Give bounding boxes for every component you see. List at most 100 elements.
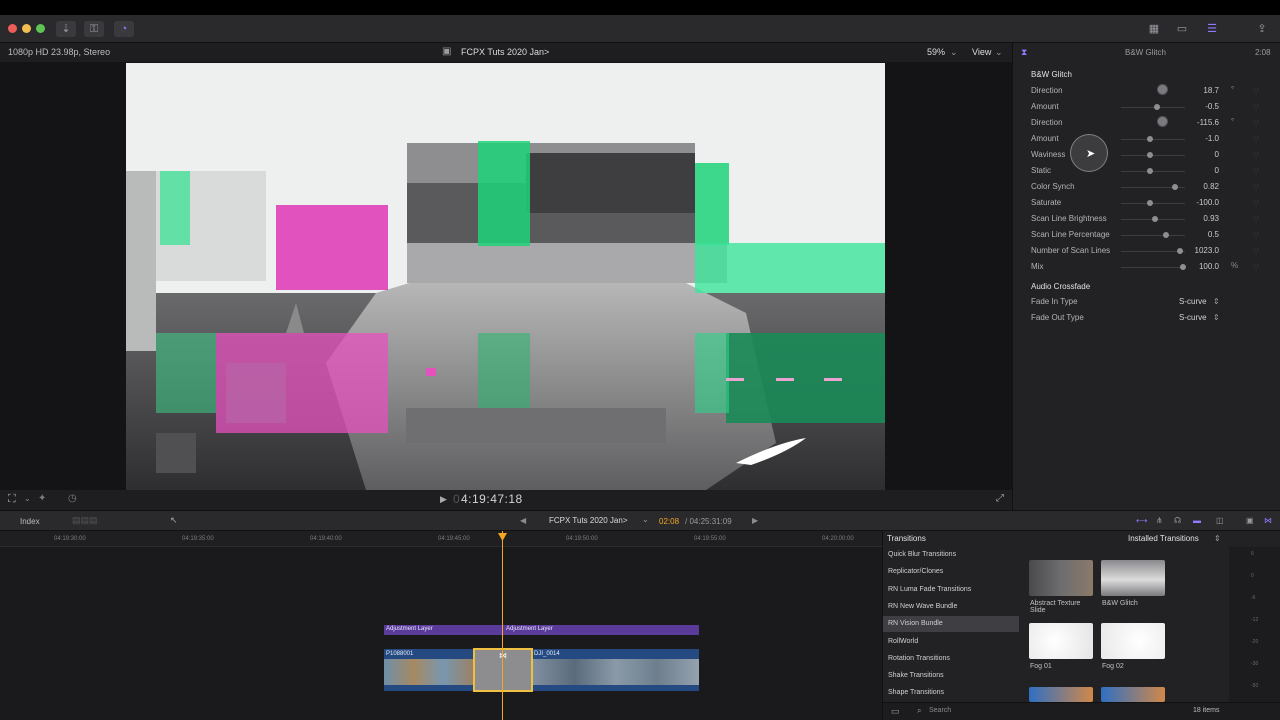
transition-thumbnail[interactable] (1101, 560, 1165, 596)
transition-thumbnail[interactable] (1101, 687, 1165, 702)
index-button[interactable]: Index (20, 517, 40, 526)
timeline-project-title[interactable]: FCPX Tuts 2020 Jan> (549, 516, 628, 525)
param-value[interactable]: -100.0 (1169, 198, 1219, 207)
transitions-browser-icon[interactable]: ⋈ (1264, 516, 1272, 525)
fullscreen-icon[interactable]: ⤢ (996, 493, 1004, 504)
timeline-ruler[interactable]: 04:19:30:00 04:19:35:00 04:19:40:00 04:19:4… (0, 531, 882, 547)
slider-knob[interactable] (1147, 136, 1153, 142)
clip-filmstrip-2[interactable] (533, 659, 699, 685)
clip-appearance-icon[interactable]: ▤▤▤ (72, 515, 98, 526)
category-item[interactable]: Rotation Transitions (883, 651, 1019, 667)
param-value[interactable]: 1023.0 (1169, 246, 1219, 255)
effects-browser-icon[interactable]: ◫ (1216, 516, 1224, 525)
slider-knob[interactable] (1154, 104, 1160, 110)
category-item[interactable]: Shape Transitions (883, 685, 1019, 701)
category-item[interactable]: RN New Wave Bundle (883, 599, 1019, 615)
filters-icon[interactable]: ⧗ (1021, 47, 1027, 58)
zoom-menu[interactable]: 59% (927, 47, 945, 57)
share-icon[interactable]: ⇪ (1252, 21, 1272, 37)
project-chevron-icon[interactable]: ⌄ (642, 515, 649, 524)
clip-filmstrip-1[interactable] (384, 659, 473, 685)
zoom-chevron-icon[interactable]: ⌄ (950, 47, 958, 58)
category-item[interactable]: Replicator/Clones (883, 564, 1019, 580)
keyframe-icon[interactable]: ◇ (1253, 149, 1259, 158)
import-icon[interactable]: ⇣ (56, 21, 76, 37)
slider-knob[interactable] (1152, 216, 1158, 222)
play-icon[interactable]: ▶ (440, 494, 447, 505)
transform-icon[interactable]: ⛶ (8, 493, 16, 506)
headphones-icon[interactable]: ☊ (1174, 516, 1181, 525)
keyframe-icon[interactable]: ◇ (1253, 229, 1259, 238)
adjustment-layer-clip[interactable]: Adjustment Layer Adjustment Layer (384, 625, 699, 635)
transition-thumbnail[interactable] (1029, 623, 1093, 659)
param-value[interactable]: 0.5 (1169, 230, 1219, 239)
param-value[interactable]: -115.6 (1169, 118, 1219, 127)
transition-thumbnail[interactable] (1101, 623, 1165, 659)
view-menu[interactable]: View (972, 47, 991, 57)
timeline[interactable]: 04:19:30:00 04:19:35:00 04:19:40:00 04:19:4… (0, 531, 882, 720)
close-window-button[interactable] (8, 24, 17, 33)
keyframe-icon[interactable]: ◇ (1253, 133, 1259, 142)
category-item[interactable]: Quick Blur Transitions (883, 547, 1019, 563)
enhance-icon[interactable]: ✦ (38, 493, 46, 504)
browser-toggle-icon[interactable]: ▦ (1144, 21, 1164, 37)
category-item[interactable]: RN Luma Fade Transitions (883, 582, 1019, 598)
category-item[interactable]: RN Vision Bundle (883, 616, 1019, 633)
keyframe-icon[interactable]: ◇ (1253, 213, 1259, 222)
fade-in-chevron-icon[interactable]: ⇕ (1213, 297, 1220, 306)
category-item[interactable]: RollWorld (883, 634, 1019, 650)
audio-skimming-icon[interactable]: ⋔ (1156, 516, 1163, 525)
speed-icon[interactable]: ◷ (68, 493, 77, 504)
viewer-project-title[interactable]: FCPX Tuts 2020 Jan> (461, 47, 549, 57)
category-item[interactable]: Shake Transitions (883, 668, 1019, 684)
slider-knob[interactable] (1147, 200, 1153, 206)
param-value[interactable]: 0 (1169, 150, 1219, 159)
keyframe-icon[interactable]: ◇ (1253, 165, 1259, 174)
sidebar-toggle-icon[interactable]: ▭ (891, 706, 900, 717)
video-frame[interactable] (126, 63, 885, 490)
minimize-window-button[interactable] (22, 24, 31, 33)
keyframe-icon[interactable]: ◇ (1253, 197, 1259, 206)
forward-arrow-icon[interactable]: ▶ (752, 516, 758, 525)
transition-thumbnail[interactable] (1029, 687, 1093, 702)
keywords-icon[interactable]: ⚿ (84, 21, 104, 37)
browser-filter[interactable]: Installed Transitions (1128, 534, 1199, 543)
transition-clip-selected[interactable]: ⋈ (473, 648, 533, 692)
fade-out-chevron-icon[interactable]: ⇕ (1213, 313, 1220, 322)
param-value[interactable]: 100.0 (1169, 262, 1219, 271)
param-value[interactable]: 0.82 (1169, 182, 1219, 191)
param-value[interactable]: 18.7 (1169, 86, 1219, 95)
angle-dial[interactable] (1157, 116, 1168, 127)
fade-in-popup[interactable]: S-curve (1179, 297, 1207, 306)
view-chevron-icon[interactable]: ⌄ (995, 47, 1003, 58)
playhead[interactable] (502, 531, 503, 720)
angle-dial[interactable] (1157, 84, 1168, 95)
select-tool-icon[interactable]: ↖ (170, 515, 178, 526)
zoom-window-button[interactable] (36, 24, 45, 33)
param-value[interactable]: -1.0 (1169, 134, 1219, 143)
keyframe-icon[interactable]: ◇ (1253, 85, 1259, 94)
snapping-icon[interactable]: ▬ (1193, 516, 1201, 525)
search-input[interactable]: Search (929, 707, 951, 714)
keyframe-icon[interactable]: ◇ (1253, 117, 1259, 126)
transform-chevron-icon[interactable]: ⌄ (24, 494, 31, 503)
slider-knob[interactable] (1147, 168, 1153, 174)
keyframe-icon[interactable]: ◇ (1253, 101, 1259, 110)
back-arrow-icon[interactable]: ◀ (520, 516, 526, 525)
filter-chevron-icon[interactable]: ⇕ (1214, 534, 1221, 543)
background-tasks-icon[interactable]: ◔ (114, 21, 134, 37)
timeline-toggle-icon[interactable]: ▭ (1172, 21, 1192, 37)
keyframe-icon[interactable]: ◇ (1253, 261, 1259, 270)
keyframe-icon[interactable]: ◇ (1253, 245, 1259, 254)
slider-knob[interactable] (1147, 152, 1153, 158)
inspector-toggle-icon[interactable]: ☰ (1202, 21, 1222, 37)
param-value[interactable]: 0 (1169, 166, 1219, 175)
keyframe-icon[interactable]: ◇ (1253, 181, 1259, 190)
param-value[interactable]: -0.5 (1169, 102, 1219, 111)
photo-browser-icon[interactable]: ▣ (1246, 516, 1254, 525)
transition-thumbnail[interactable] (1029, 560, 1093, 596)
fade-out-popup[interactable]: S-curve (1179, 313, 1207, 322)
skimming-icon[interactable]: ⟷ (1136, 516, 1147, 525)
param-value[interactable]: 0.93 (1169, 214, 1219, 223)
viewer-timecode[interactable]: 4:19:47:18 (461, 492, 523, 506)
